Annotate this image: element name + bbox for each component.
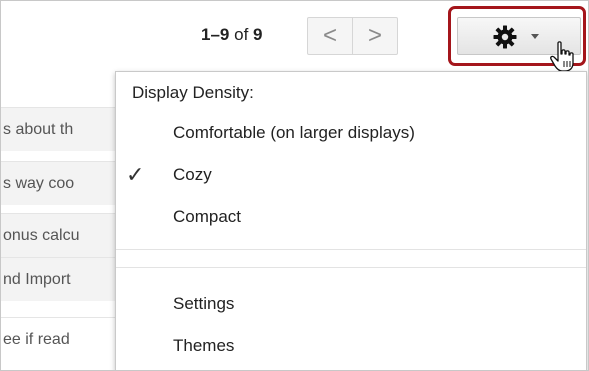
menu-item-label: Cozy	[173, 165, 212, 184]
menu-divider	[116, 267, 586, 268]
chevron-right-icon: >	[367, 22, 382, 49]
list-item[interactable]: s about th	[1, 107, 121, 151]
settings-dropdown-menu: Display Density: Comfortable (on larger …	[115, 71, 587, 370]
toolbar: 1–9 of 9 < >	[1, 1, 588, 72]
chevron-left-icon: <	[322, 22, 337, 49]
menu-item-compact[interactable]: Compact	[116, 199, 586, 235]
gmail-window: 1–9 of 9 < > s about th s way coo onus c…	[0, 0, 589, 371]
hand-pointer-icon	[550, 41, 574, 72]
list-item[interactable]: onus calcu	[1, 213, 121, 257]
list-item[interactable]: ee if read	[1, 317, 121, 361]
menu-item-label: Comfortable (on larger displays)	[173, 123, 415, 142]
gear-icon	[493, 25, 517, 49]
menu-item-settings[interactable]: Settings	[116, 286, 586, 322]
menu-divider	[116, 249, 586, 250]
list-item[interactable]: s way coo	[1, 161, 121, 205]
list-item[interactable]: nd Import	[1, 257, 121, 301]
pagination-of: of	[234, 25, 249, 44]
menu-item-themes[interactable]: Themes	[116, 328, 586, 364]
newer-button[interactable]: >	[352, 17, 398, 55]
pagination-total: 9	[253, 25, 263, 44]
menu-item-label: Compact	[173, 207, 242, 226]
checkmark-icon: ✓	[126, 162, 145, 187]
caret-down-icon	[531, 34, 539, 39]
pagination-count: 1–9 of 9	[201, 25, 263, 45]
menu-item-comfortable[interactable]: Comfortable (on larger displays)	[116, 115, 586, 151]
menu-item-label: Themes	[173, 336, 235, 355]
menu-item-label: Settings	[173, 294, 235, 313]
display-density-heading: Display Density:	[132, 83, 254, 102]
message-list: s about th s way coo onus calcu nd Impor…	[1, 87, 121, 370]
menu-item-cozy[interactable]: ✓ Cozy	[116, 157, 586, 193]
pagination-range: 1–9	[201, 25, 230, 44]
older-button[interactable]: <	[307, 17, 353, 55]
